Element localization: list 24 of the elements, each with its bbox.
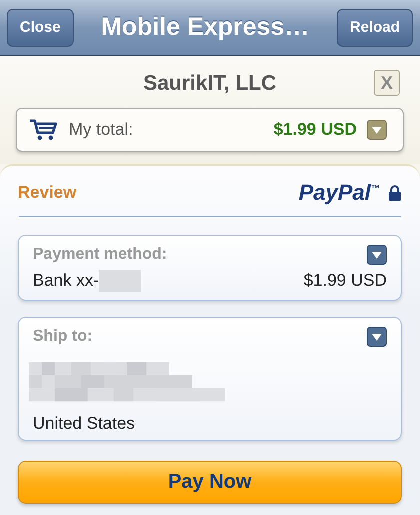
pay-now-button[interactable]: Pay Now [18,461,402,504]
close-button[interactable]: X [374,70,400,96]
window-title: Mobile Express… [101,13,310,42]
total-amount: $1.99 USD [274,120,357,140]
review-heading: Review [18,183,78,203]
bank-account: Bank xx- [33,271,100,291]
lock-icon [388,185,402,201]
payment-amount: $1.99 USD [304,271,387,291]
payment-label: Payment method: [33,246,168,264]
total-panel[interactable]: My total: $1.99 USD [16,108,404,152]
dropdown-icon[interactable] [367,327,387,347]
close-button[interactable]: Close [7,8,74,46]
paypal-logo: PayPal$^{™}$ [298,180,380,206]
shipping-panel[interactable]: Ship to: United States [18,317,402,441]
dropdown-icon[interactable] [367,245,387,265]
redacted-block [99,270,142,292]
dropdown-icon[interactable] [367,120,387,140]
total-label: My total: [69,120,134,140]
payment-panel[interactable]: Payment method: Bank xx- $1.99 USD [18,235,402,301]
reload-button[interactable]: Reload [336,8,413,46]
shipping-country: United States [33,414,136,434]
cart-icon [29,118,59,142]
shipping-label: Ship to: [33,328,93,346]
merchant-name: SaurikIT, LLC [143,72,277,96]
